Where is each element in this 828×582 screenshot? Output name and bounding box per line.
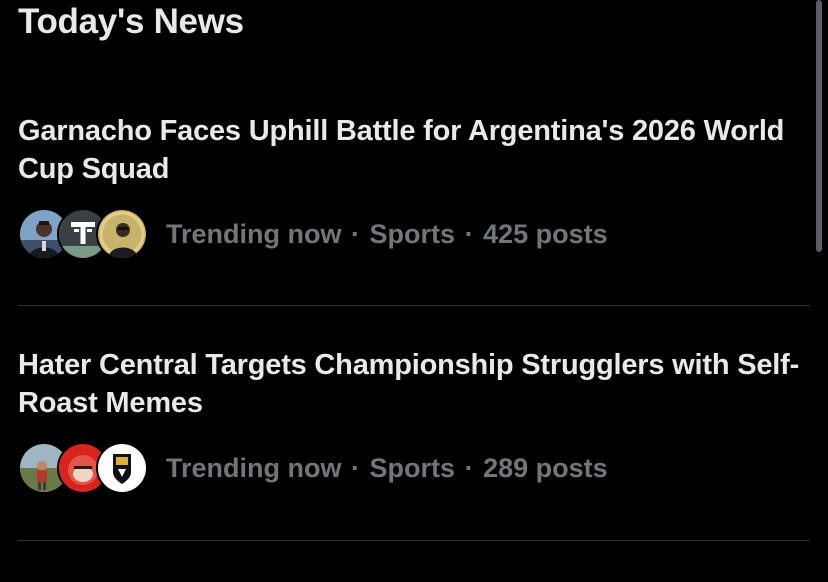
section-title: Today's News [18,2,244,41]
crest-avatar [96,442,148,494]
post-count: 425 posts [483,218,608,249]
news-meta: Trending now · Sports · 289 posts [18,440,608,496]
news-headline[interactable]: Hater Central Targets Championship Strug… [18,346,808,422]
trend-status: Trending now [166,452,342,483]
divider [18,305,810,306]
trend-category: Sports [369,218,456,249]
trend-category: Sports [369,452,456,483]
meta-separator: · [351,218,361,249]
divider [18,540,810,541]
scrollbar[interactable] [816,0,822,252]
news-meta-text: Trending now · Sports · 289 posts [166,453,608,484]
news-headline[interactable]: Garnacho Faces Uphill Battle for Argenti… [18,112,808,188]
coach-photo-avatar [96,208,148,260]
avatar-stack [18,206,148,262]
meta-separator: · [464,218,474,249]
meta-separator: · [464,452,474,483]
news-item[interactable]: Hater Central Targets Championship Strug… [18,346,810,539]
news-item[interactable]: Garnacho Faces Uphill Battle for Argenti… [18,112,810,305]
meta-separator: · [351,452,361,483]
news-meta-text: Trending now · Sports · 425 posts [166,219,608,250]
post-count: 289 posts [483,452,608,483]
avatar-stack [18,440,148,496]
trend-status: Trending now [166,218,342,249]
news-meta: Trending now · Sports · 425 posts [18,206,608,262]
